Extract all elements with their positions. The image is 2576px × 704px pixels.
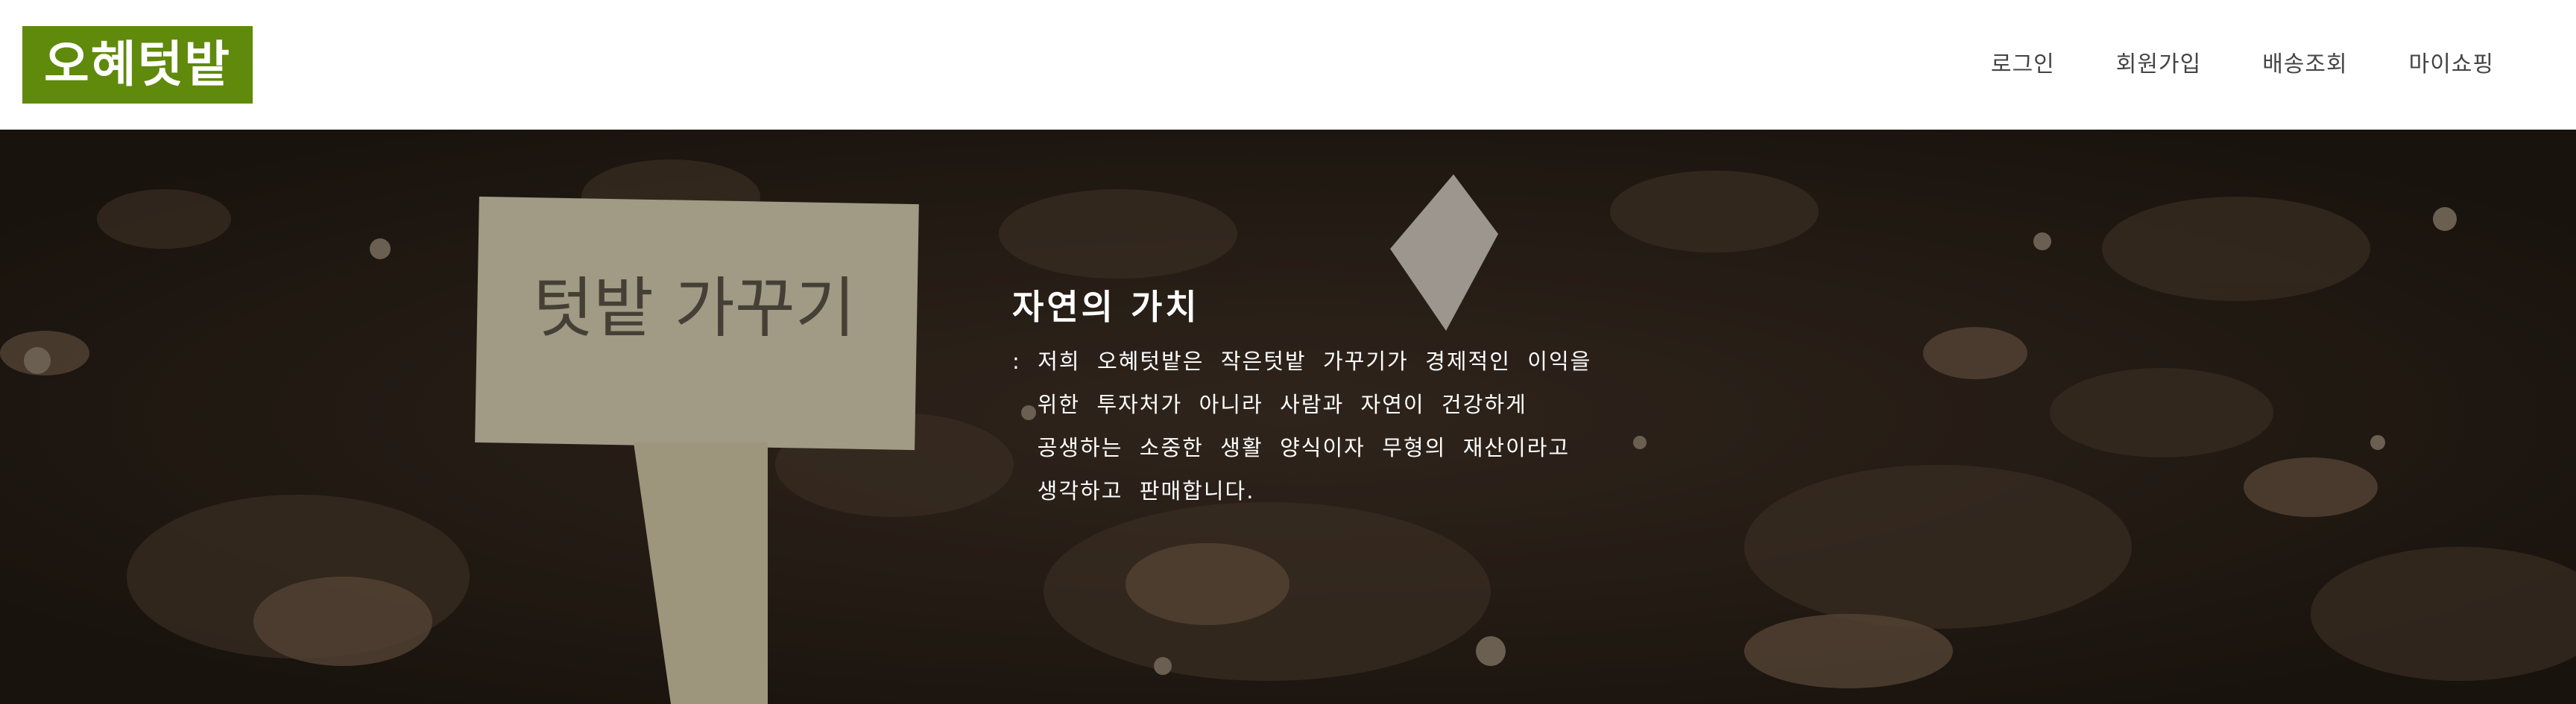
hero-text-block: 자연의 가치 : 저희 오혜텃밭은 작은텃밭 가꾸기가 경제적인 이익을 위한 … bbox=[1012, 285, 1591, 513]
nav-login-link[interactable]: 로그인 bbox=[1991, 46, 2055, 83]
hero-description-line: 공생하는 소중한 생활 양식이자 무형의 재산이라고 bbox=[1012, 435, 1570, 460]
top-nav: 로그인 회원가입 배송조회 마이쇼핑 bbox=[1930, 46, 2494, 83]
hero-title: 자연의 가치 bbox=[1012, 287, 1200, 327]
hero-description-line: 생각하고 판매합니다. bbox=[1012, 478, 1255, 504]
site-logo[interactable]: 오혜텃밭 bbox=[22, 26, 253, 104]
nav-signup-link[interactable]: 회원가입 bbox=[2116, 46, 2201, 83]
nav-my-shopping-link[interactable]: 마이쇼핑 bbox=[2409, 46, 2494, 83]
nav-order-tracking-link[interactable]: 배송조회 bbox=[2262, 46, 2347, 83]
site-header: 오혜텃밭 로그인 회원가입 배송조회 마이쇼핑 bbox=[0, 0, 2576, 130]
hero-banner: 텃밭 가꾸기 자연의 가치 : 저희 오혜텃밭은 작은텃밭 가꾸기가 경제적인 … bbox=[0, 130, 2576, 704]
hero-description-line: : 저희 오혜텃밭은 작은텃밭 가꾸기가 경제적인 이익을 bbox=[1012, 349, 1592, 374]
hero-description-line: 위한 투자처가 아니라 사람과 자연이 건강하게 bbox=[1012, 392, 1527, 417]
